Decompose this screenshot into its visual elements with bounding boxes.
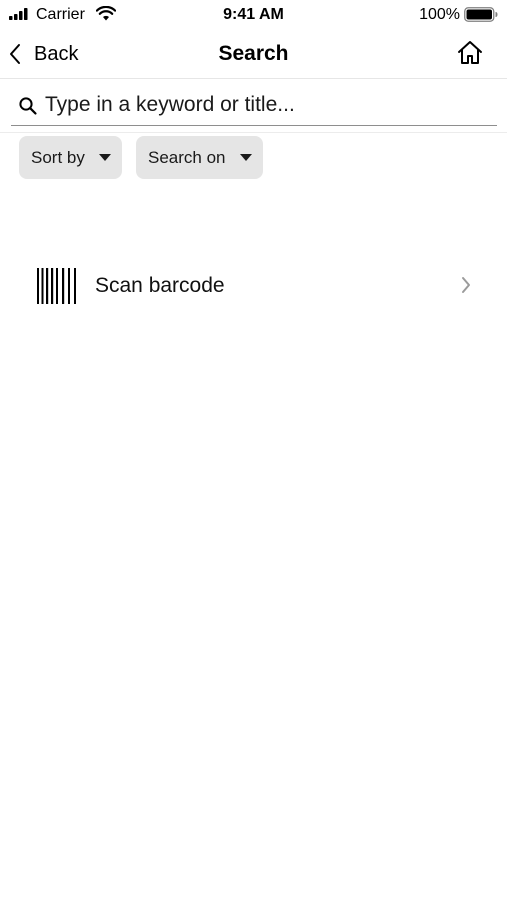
back-label: Back (34, 43, 79, 65)
navigation-bar: Back Search (0, 30, 507, 79)
divider (0, 132, 507, 133)
caret-down-icon (99, 154, 111, 161)
battery-icon (464, 7, 498, 22)
sort-by-label: Sort by (31, 147, 85, 167)
search-on-dropdown[interactable]: Search on (136, 136, 263, 179)
scan-barcode-label: Scan barcode (95, 274, 225, 297)
battery-percentage: 100% (419, 6, 460, 23)
search-input[interactable] (45, 89, 485, 121)
status-bar: Carrier 9:41 AM 100% (0, 0, 507, 30)
scan-barcode-row[interactable]: Scan barcode (0, 256, 507, 316)
barcode-icon (37, 268, 76, 304)
search-on-label: Search on (148, 147, 226, 167)
caret-down-icon (240, 154, 252, 161)
home-icon[interactable] (455, 38, 485, 68)
search-icon (19, 97, 37, 115)
chevron-right-icon (462, 277, 470, 293)
search-bar (11, 87, 497, 126)
chevron-left-icon (10, 44, 20, 64)
sort-by-dropdown[interactable]: Sort by (19, 136, 122, 179)
back-button[interactable]: Back (8, 36, 78, 72)
